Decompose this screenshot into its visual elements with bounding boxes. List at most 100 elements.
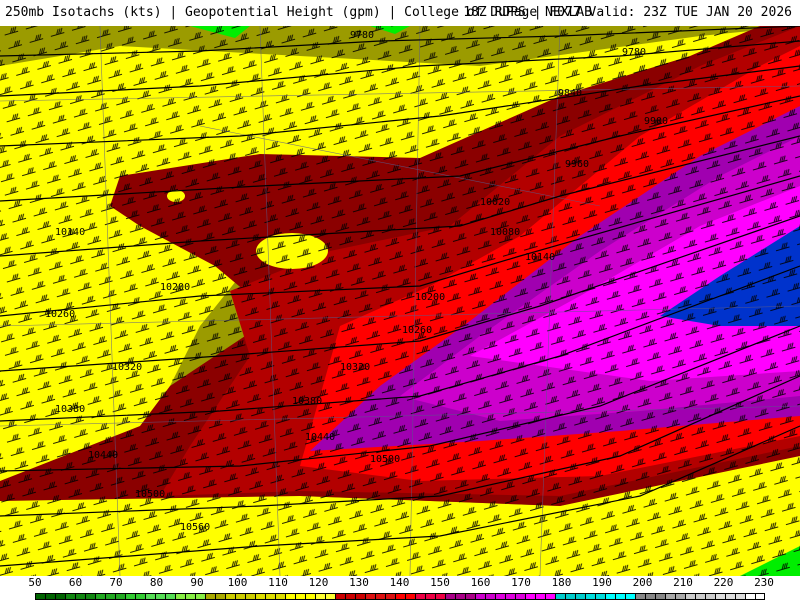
colorbar-swatch (125, 593, 135, 600)
colorbar-tick-label: 120 (308, 576, 329, 589)
colorbar-swatch (385, 593, 395, 600)
colorbar-tick-label: 220 (713, 576, 734, 589)
colorbar-swatch (175, 593, 185, 600)
colorbar-swatch (85, 593, 95, 600)
isotach-map: 9780 9780 9840 9900 9960 10020 10080 10140 10140… (0, 26, 800, 576)
contour-label: 10080 (490, 227, 520, 238)
contour-label: 9960 (565, 159, 589, 170)
colorbar-tick-label: 110 (268, 576, 288, 589)
colorbar-swatch (275, 593, 285, 600)
colorbar-tick-label: 170 (511, 576, 531, 589)
colorbar-swatch (455, 593, 465, 600)
colorbar-swatch (535, 593, 545, 600)
colorbar-swatch (745, 593, 755, 600)
colorbar-swatch (615, 593, 625, 600)
colorbar-tick-label: 210 (673, 576, 693, 589)
colorbar-legend: 50 60 70 80 90 100 110 120 130 140 150 160 170 180 190… (0, 576, 800, 600)
map-product: 250mb Isotachs (kts) | Geopotential Heig… (0, 0, 800, 600)
colorbar-tick-label: 90 (190, 576, 204, 589)
colorbar-swatch (35, 593, 45, 600)
colorbar-swatch (305, 593, 315, 600)
colorbar-swatch (465, 593, 475, 600)
colorbar-swatch (95, 593, 105, 600)
colorbar-swatch (475, 593, 485, 600)
colorbar-swatch (585, 593, 595, 600)
contour-label: 9780 (350, 30, 374, 41)
wind-barbs (0, 26, 800, 576)
colorbar-swatch (425, 593, 435, 600)
colorbar-tick-label: 190 (592, 576, 612, 589)
colorbar-swatch (165, 593, 175, 600)
colorbar-tick-label: 60 (68, 576, 83, 589)
contour-label: 10500 (135, 489, 165, 500)
colorbar-tick-label: 200 (632, 576, 653, 589)
colorbar-tick-label: 140 (389, 576, 410, 589)
colorbar-swatch (225, 593, 235, 600)
colorbar-swatch (45, 593, 55, 600)
product-header: 250mb Isotachs (kts) | Geopotential Heig… (0, 0, 800, 26)
colorbar-swatch (495, 593, 505, 600)
colorbar-swatch (75, 593, 85, 600)
colorbar-swatch (705, 593, 715, 600)
colorbar-swatch (405, 593, 415, 600)
colorbar-swatch (155, 593, 165, 600)
colorbar-tick-label: 50 (28, 576, 42, 589)
colorbar-swatch (605, 593, 615, 600)
colorbar-swatch (185, 593, 195, 600)
contour-label: 10320 (340, 362, 370, 373)
colorbar-swatch (295, 593, 305, 600)
contour-label: 10500 (370, 454, 400, 465)
model-run-info: 18Z RDPS | F077 Valid: 23Z TUE JAN 20 20… (463, 5, 792, 20)
colorbar-swatch (725, 593, 735, 600)
colorbar-swatch (345, 593, 355, 600)
colorbar-swatch (115, 593, 125, 600)
colorbar-tick-label: 150 (430, 576, 450, 589)
contour-label: 10260 (402, 325, 432, 336)
contour-label: 9900 (644, 116, 668, 127)
colorbar-swatch (355, 593, 365, 600)
colorbar-swatch (325, 593, 335, 600)
colorbar-swatch (135, 593, 145, 600)
colorbar-swatch (675, 593, 685, 600)
colorbar-swatch (235, 593, 245, 600)
colorbar-swatch (145, 593, 155, 600)
colorbar-tick-label: 80 (149, 576, 164, 589)
colorbar-swatch (515, 593, 525, 600)
colorbar-swatch (395, 593, 405, 600)
colorbar-swatch (195, 593, 205, 600)
colorbar-swatch (655, 593, 665, 600)
colorbar-swatch (335, 593, 345, 600)
colorbar-swatch (265, 593, 275, 600)
colorbar-swatch (755, 593, 765, 600)
colorbar-swatch (665, 593, 675, 600)
colorbar-swatch (635, 593, 645, 600)
colorbar-swatch (545, 593, 555, 600)
colorbar-swatch (375, 593, 385, 600)
colorbar-swatch (565, 593, 575, 600)
colorbar-swatch (55, 593, 65, 600)
colorbar-swatch (715, 593, 725, 600)
colorbar-swatch (735, 593, 745, 600)
contour-label: 10380 (55, 404, 85, 415)
colorbar-swatch (445, 593, 455, 600)
colorbar-swatch (685, 593, 695, 600)
contour-label: 9840 (558, 88, 582, 99)
colorbar-swatch (695, 593, 705, 600)
contour-label: 10200 (160, 282, 190, 293)
contour-label: 10320 (112, 362, 142, 373)
colorbar-tick-label: 130 (349, 576, 369, 589)
colorbar-swatch (485, 593, 495, 600)
colorbar-swatch (595, 593, 605, 600)
colorbar-swatch (645, 593, 655, 600)
contour-label: 10200 (415, 292, 445, 303)
colorbar (35, 593, 765, 600)
colorbar-swatch (525, 593, 535, 600)
colorbar-swatch (205, 593, 215, 600)
colorbar-swatch (105, 593, 115, 600)
colorbar-tick-label: 160 (470, 576, 491, 589)
colorbar-tick-label: 100 (227, 576, 248, 589)
contour-label: 10440 (88, 450, 118, 461)
colorbar-swatch (65, 593, 75, 600)
contour-label: 10140 (525, 252, 555, 263)
contour-label: 10440 (305, 432, 335, 443)
